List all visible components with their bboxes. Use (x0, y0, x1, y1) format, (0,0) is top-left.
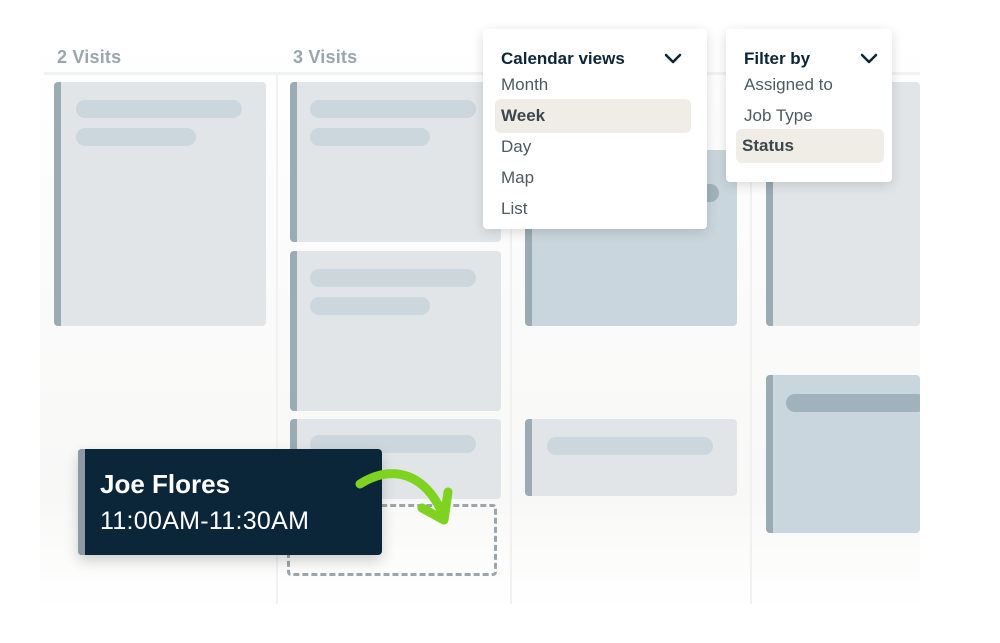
placeholder-line (547, 437, 713, 455)
menu-item-map[interactable]: Map (495, 161, 691, 195)
menu-item-month[interactable]: Month (495, 68, 691, 102)
filter-item-job-type[interactable]: Job Type (738, 99, 884, 133)
column-header-1: 2 Visits (57, 47, 122, 67)
visit-card[interactable] (54, 82, 266, 326)
curved-arrow-icon (355, 469, 453, 525)
chevron-down-icon[interactable] (860, 53, 878, 65)
chevron-down-icon[interactable] (664, 53, 682, 65)
visit-card[interactable] (290, 251, 501, 411)
placeholder-line (310, 297, 430, 315)
visit-card[interactable] (766, 375, 920, 533)
column-header-2: 3 Visits (293, 47, 358, 67)
dragged-visit-card[interactable]: Joe Flores 11:00AM-11:30AM (78, 449, 382, 555)
calendar-views-title[interactable]: Calendar views (501, 49, 625, 69)
visit-card[interactable] (525, 419, 737, 496)
visit-card[interactable] (290, 82, 501, 242)
filter-by-menu: Filter by Assigned to Job Type Status (726, 29, 892, 182)
placeholder-line (310, 128, 430, 146)
filter-item-assigned-to[interactable]: Assigned to (738, 68, 884, 102)
visit-assignee-name: Joe Flores (100, 469, 231, 499)
calendar-views-menu: Calendar views Month Week Day Map List (483, 29, 707, 229)
filter-item-status[interactable]: Status (736, 129, 884, 163)
placeholder-line (310, 269, 476, 287)
placeholder-line (76, 100, 242, 118)
menu-item-week[interactable]: Week (495, 99, 691, 133)
menu-item-day[interactable]: Day (495, 130, 691, 164)
placeholder-line (76, 128, 196, 146)
placeholder-line (310, 100, 476, 118)
visit-time-range: 11:00AM-11:30AM (100, 507, 310, 535)
calendar-stage: 2 Visits 3 Visits Joe Flores 11:00AM-11:… (0, 0, 1000, 643)
menu-item-list[interactable]: List (495, 192, 691, 226)
placeholder-line (786, 394, 920, 412)
filter-by-title[interactable]: Filter by (744, 49, 810, 69)
